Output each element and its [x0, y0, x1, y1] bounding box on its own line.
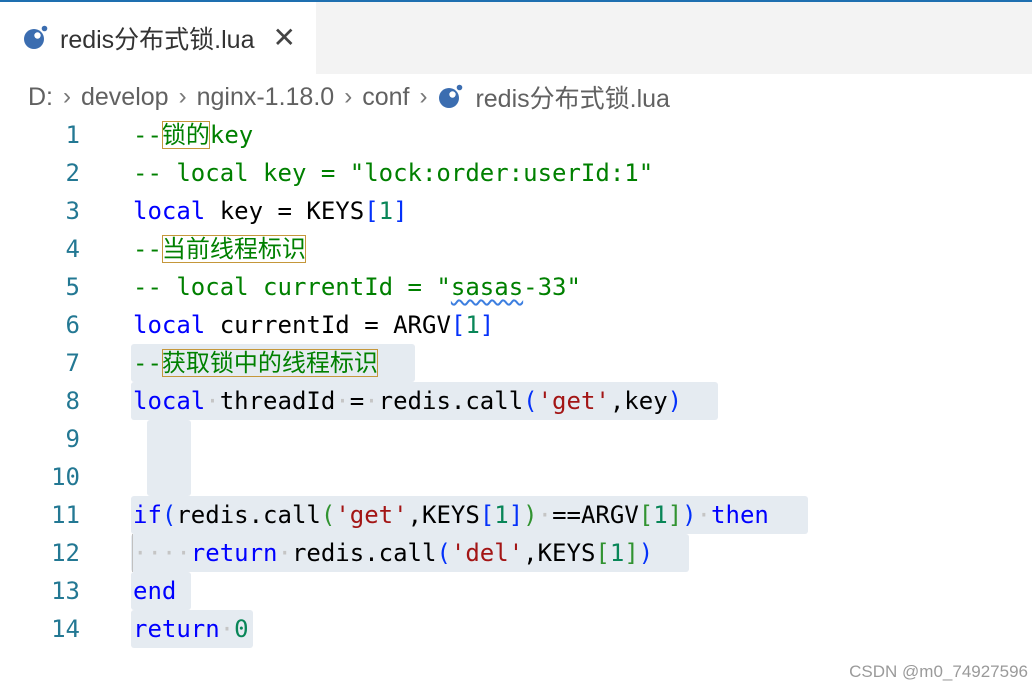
line-number: 5 — [65, 273, 80, 301]
line-content: if(redis.call('get',KEYS[1])·==ARGV[1])·… — [133, 501, 769, 529]
code-line: 14 return·0 — [0, 610, 1032, 648]
breadcrumb-conf[interactable]: conf — [362, 83, 409, 112]
code-line: 2 -- local key = "lock:order:userId:1" — [0, 154, 1032, 192]
line-content: --获取锁中的线程标识 — [133, 349, 378, 377]
code-line: 6 local currentId = ARGV[1] — [0, 306, 1032, 344]
code-line: 10 — [0, 458, 1032, 496]
chevron-right-icon: › — [178, 83, 187, 110]
line-content: --锁的key — [133, 121, 254, 149]
line-content: --当前线程标识 — [133, 235, 306, 263]
line-number: 7 — [65, 349, 80, 377]
watermark: CSDN @m0_74927596 — [849, 662, 1028, 681]
lua-icon — [22, 25, 48, 51]
code-line: 7 --获取锁中的线程标识 — [0, 344, 1032, 382]
line-content: -- local currentId = "sasas-33" — [133, 273, 581, 301]
code-line: 11 if(redis.call('get',KEYS[1])·==ARGV[1… — [0, 496, 1032, 534]
tab-redis-lock-lua[interactable]: redis分布式锁.lua ✕ — [0, 2, 316, 74]
line-number: 1 — [65, 121, 80, 149]
code-line: 8 local·threadId·=·redis.call('get',key) — [0, 382, 1032, 420]
breadcrumb: D: › develop › nginx-1.18.0 › conf › red… — [28, 78, 670, 116]
line-content: return·0 — [133, 615, 249, 643]
line-number: 12 — [51, 539, 80, 567]
line-content: ····return·redis.call('del',KEYS[1]) — [133, 539, 654, 567]
line-number: 2 — [65, 159, 80, 187]
code-line: 4 --当前线程标识 — [0, 230, 1032, 268]
line-number: 13 — [51, 577, 80, 605]
lua-icon — [437, 84, 463, 110]
tab-title: redis分布式锁.lua — [60, 26, 255, 54]
tab-bar: redis分布式锁.lua ✕ — [0, 2, 1032, 74]
code-line: 1 --锁的key — [0, 116, 1032, 154]
breadcrumb-drive[interactable]: D: — [28, 83, 53, 112]
chevron-right-icon: › — [63, 83, 71, 110]
chevron-right-icon: › — [344, 83, 353, 110]
code-line: 3 local key = KEYS[1] — [0, 192, 1032, 230]
breadcrumb-develop[interactable]: develop — [81, 83, 169, 112]
code-line: 5 -- local currentId = "sasas-33" — [0, 268, 1032, 306]
code-line: 13 end — [0, 572, 1032, 610]
line-content: end — [133, 577, 177, 605]
line-number: 6 — [65, 311, 80, 339]
code-line: 12 ····return·redis.call('del',KEYS[1]) — [0, 534, 1032, 572]
breadcrumb-nginx[interactable]: nginx-1.18.0 — [197, 83, 335, 112]
line-number: 4 — [65, 235, 80, 263]
close-icon[interactable]: ✕ — [273, 24, 296, 52]
line-number: 3 — [65, 197, 80, 225]
line-number: 10 — [51, 463, 80, 491]
line-content: local key = KEYS[1] — [133, 197, 408, 225]
line-number: 11 — [51, 501, 80, 529]
breadcrumb-file[interactable]: redis分布式锁.lua — [475, 79, 670, 115]
line-number: 14 — [51, 615, 80, 643]
line-content: local currentId = ARGV[1] — [133, 311, 495, 339]
line-content: local·threadId·=·redis.call('get',key) — [133, 387, 683, 415]
line-content: -- local key = "lock:order:userId:1" — [133, 159, 654, 187]
line-number: 8 — [65, 387, 80, 415]
code-line: 9 — [0, 420, 1032, 458]
chevron-right-icon: › — [419, 83, 428, 110]
code-editor[interactable]: 1 --锁的key 2 -- local key = "lock:order:u… — [0, 116, 1032, 688]
line-number: 9 — [65, 425, 80, 453]
